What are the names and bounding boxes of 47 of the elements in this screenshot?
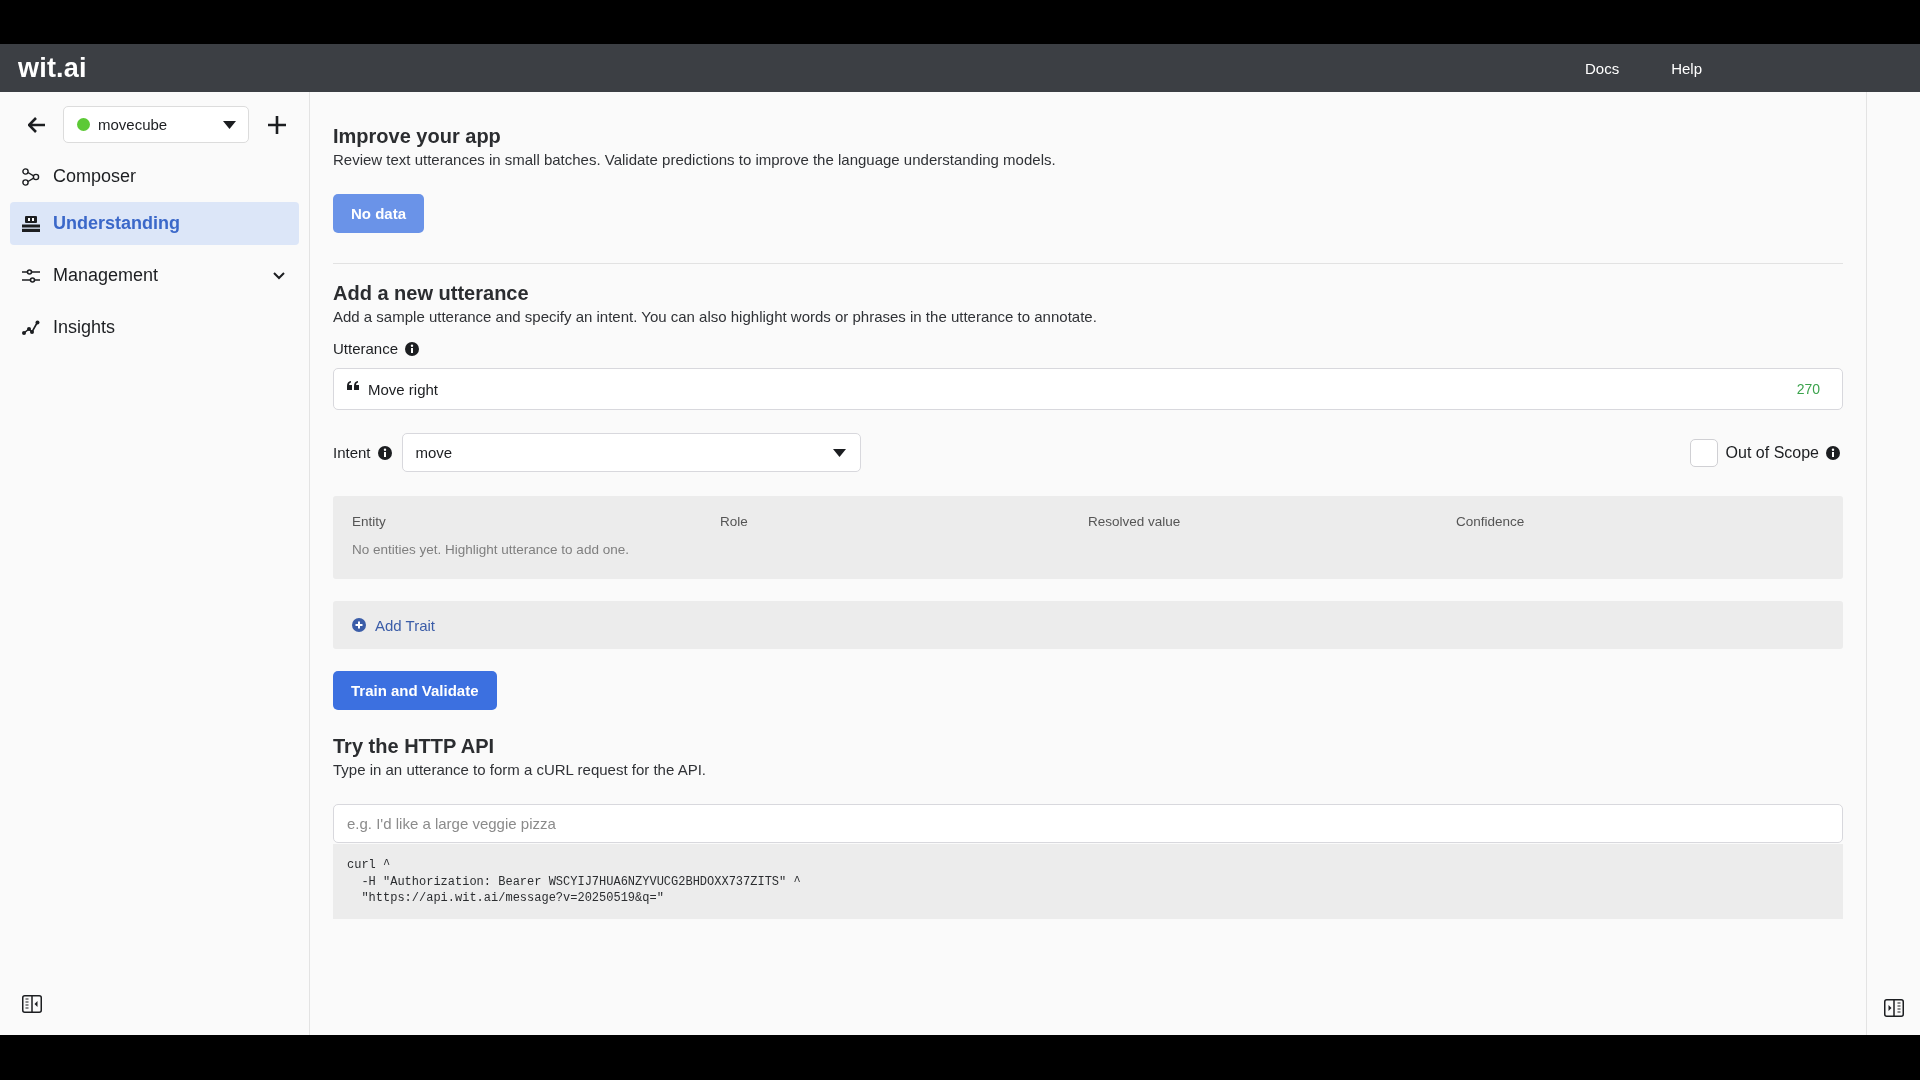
- query-input[interactable]: e.g. I'd like a large veggie pizza: [333, 804, 1843, 843]
- section-description: Type in an utterance to form a cURL request for the API.: [333, 760, 707, 779]
- caret-down-icon: [832, 448, 846, 457]
- column-header: Confidence: [1456, 514, 1526, 529]
- quote-icon: [347, 380, 359, 390]
- section-title: Try the HTTP API: [333, 734, 496, 758]
- column-header: Entity: [352, 514, 387, 529]
- utterance-text: Move right: [368, 380, 440, 398]
- sliders-icon: [22, 268, 40, 283]
- logo[interactable]: wit.ai: [18, 54, 87, 82]
- add-trait-link[interactable]: Add Trait: [352, 616, 436, 634]
- plus-icon: [268, 115, 286, 134]
- collapse-panel-icon[interactable]: [1883, 999, 1904, 1017]
- field-label: Intent: [333, 444, 371, 461]
- header-link[interactable]: Help: [1671, 59, 1702, 77]
- back-arrow-icon: [28, 116, 46, 133]
- header-link[interactable]: Docs: [1584, 59, 1620, 77]
- info-icon: [377, 445, 392, 460]
- add-app-button[interactable]: [266, 113, 288, 136]
- section-description: Add a sample utterance and specify an intent. You can also highlight words or phrases in the utterance to annotate.: [333, 307, 1098, 326]
- section-title: Improve your app: [333, 124, 502, 148]
- collapse-sidebar-icon[interactable]: [22, 995, 42, 1013]
- out-of-scope-checkbox[interactable]: [1689, 438, 1718, 467]
- info-icon: [405, 341, 420, 356]
- sidebar-item[interactable]: Management: [10, 254, 299, 297]
- utterance-field[interactable]: Move right 270: [333, 368, 1843, 410]
- field-label: Utterance: [333, 340, 399, 357]
- intent-select[interactable]: move: [401, 433, 861, 472]
- sidebar-item[interactable]: Understanding: [10, 202, 299, 245]
- nodes-icon: [22, 167, 40, 186]
- section-title: Add a new utterance: [333, 281, 530, 305]
- checkbox-label: Out of Scope: [1725, 443, 1819, 462]
- column-header: Resolved value: [1088, 514, 1182, 529]
- character-counter: 270: [1796, 381, 1820, 397]
- sidebar-item[interactable]: Insights: [10, 306, 299, 349]
- app-selector[interactable]: movecube: [63, 106, 249, 143]
- caret-down-icon: [223, 120, 236, 129]
- train-validate-button[interactable]: Train and Validate: [333, 671, 497, 710]
- empty-message: No entities yet. Highlight utterance to add one.: [352, 542, 630, 557]
- column-header: Role: [720, 514, 749, 529]
- curl-code-block: curl ^ -H "Authorization: Bearer WSCYIJ7HUA6NZYVUCG2BHDOXX737ZITS" ^ "https://api.wit.ai/message?v=20250519&q=": [333, 844, 1843, 919]
- plus-circle-icon: [352, 618, 366, 632]
- info-icon: [1826, 445, 1840, 460]
- line-graph-icon: [22, 319, 40, 336]
- sidebar-item[interactable]: Composer: [10, 155, 299, 198]
- section-description: Review text utterances in small batches. Validate predictions to improve the language understanding models.: [333, 150, 1057, 169]
- stack-icon: [22, 215, 40, 232]
